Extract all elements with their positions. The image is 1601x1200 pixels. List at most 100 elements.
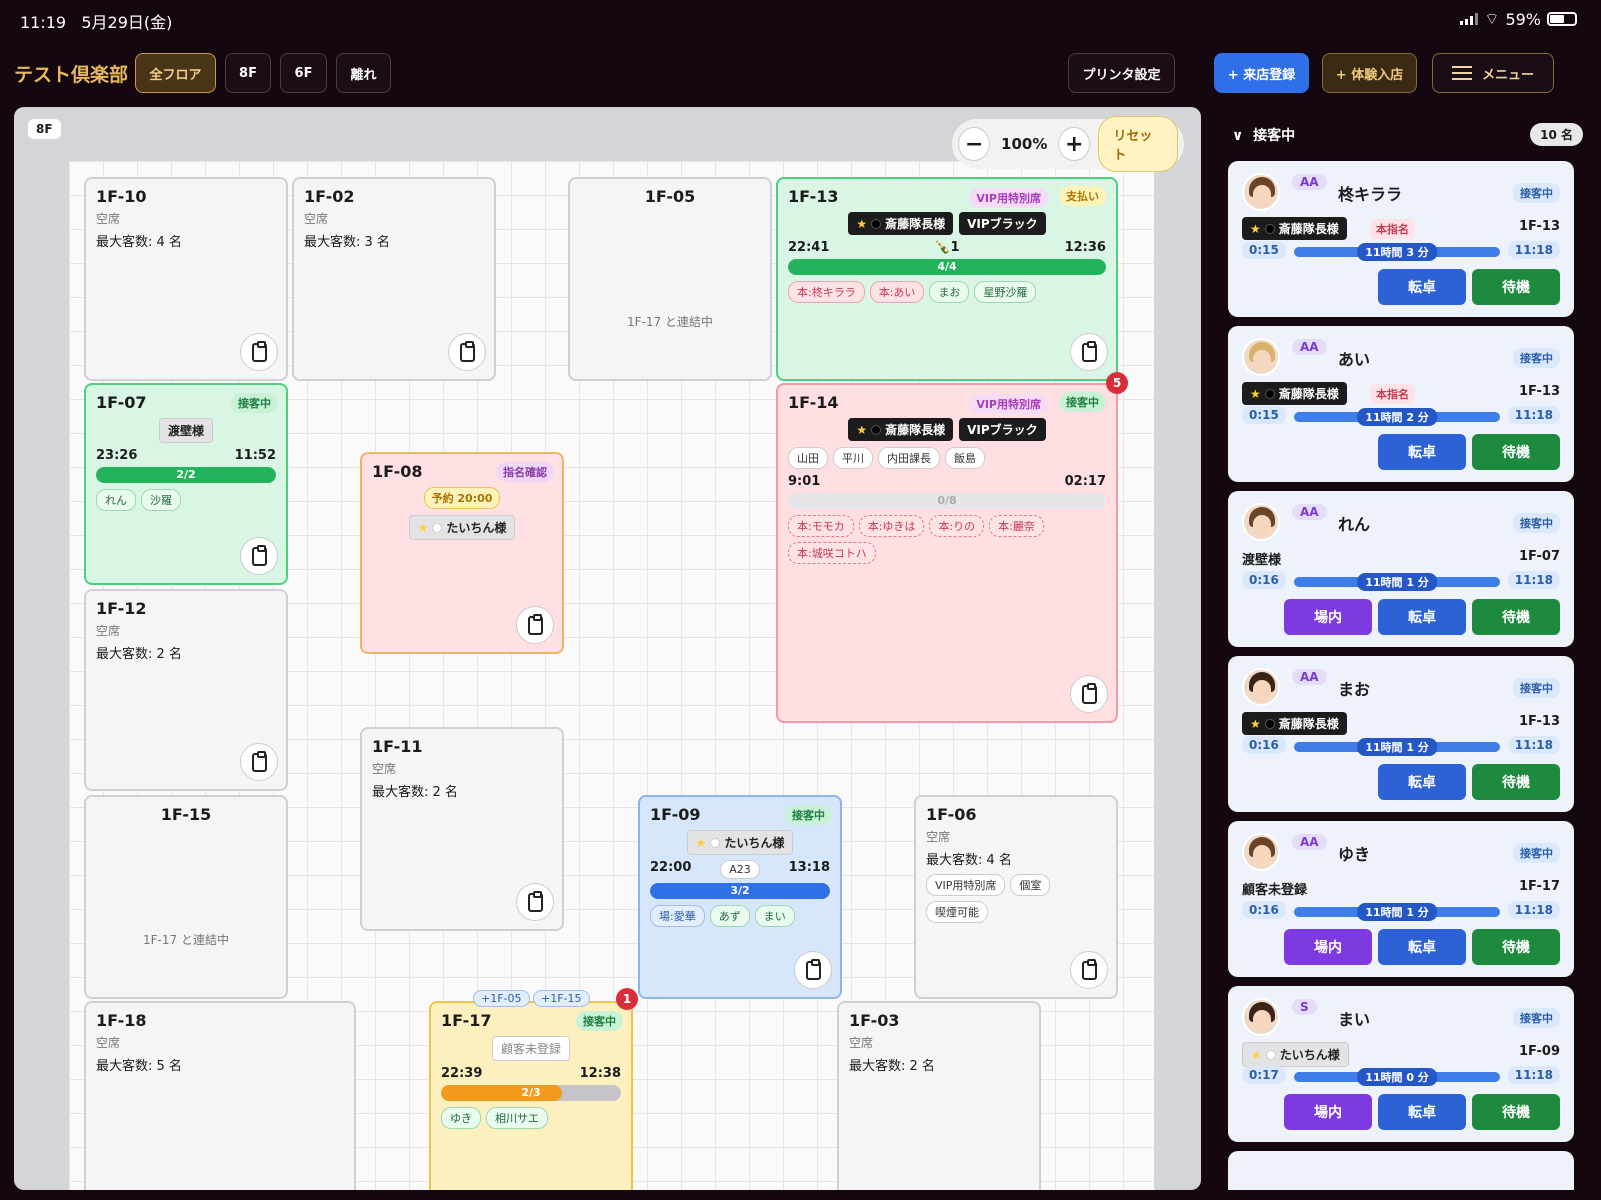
table-1f-17[interactable]: 1F-17 接客中 顧客未登録 22:39 12:38 2/3 ゆき 相川サエ [429,1001,633,1190]
guest-chip[interactable]: 顧客未登録 [491,1036,570,1061]
elapsed-bar: 11時間 3 分 [1294,243,1500,261]
star-icon: ★ [417,520,429,535]
move-table-button[interactable]: 転卓 [1378,1094,1466,1130]
cast-chip[interactable]: 本:りの [929,515,985,537]
move-table-button[interactable]: 転卓 [1378,269,1466,305]
zoom-in-button[interactable]: + [1057,127,1091,161]
menu-button[interactable]: メニュー [1432,53,1554,93]
clipboard-icon[interactable] [1070,951,1108,989]
nomination-tag: 本指名 [1370,219,1415,239]
in-house-nomination-button[interactable]: 場内 [1284,1094,1372,1130]
table-1f-12[interactable]: 1F-12 空席 最大客数: 2 名 [84,589,288,791]
staff-card[interactable]: AA まお 接客中 ★ 斎藤隊長様 1F-13 0:16 11時間 1 分 11:… [1228,656,1574,812]
cast-chip[interactable]: 沙羅 [141,489,181,511]
table-1f-18[interactable]: 1F-18 空席 最大客数: 5 名 [84,1001,356,1190]
staff-card[interactable]: AA あい 接客中 ★ 斎藤隊長様 本指名 1F-13 0:15 11時間 2 分… [1228,326,1574,482]
cast-chip[interactable]: 本:あい [869,281,925,303]
clipboard-icon[interactable] [240,333,278,371]
table-1f-05[interactable]: 1F-05 1F-17 と連結中 [568,177,772,381]
table-1f-10[interactable]: 1F-10 空席 最大客数: 4 名 [84,177,288,381]
table-1f-09[interactable]: 1F-09 接客中 ★ たいちん様 22:00 A23 13:18 3/2 場:愛華 … [638,795,842,999]
battery-icon [1547,12,1577,26]
standby-button[interactable]: 待機 [1472,434,1560,470]
table-1f-14[interactable]: 1F-14 VIP用特別席 接客中 ★ 斎藤隊長様 VIPブラック 山田 平川 内… [776,383,1118,723]
cast-chip[interactable]: ゆき [441,1107,481,1129]
guest-chip[interactable]: ★ 斎藤隊長様 [848,418,954,441]
clipboard-icon[interactable] [516,883,554,921]
progress-bar: 2/2 [96,467,276,483]
standby-button[interactable]: 待機 [1472,269,1560,305]
in-house-nomination-button[interactable]: 場内 [1284,929,1372,965]
table-1f-08[interactable]: 1F-08 指名確認 予約 20:00 ★ たいちん様 [360,452,564,654]
tab-all-floors[interactable]: 全フロア [135,53,216,93]
table-1f-02[interactable]: 1F-02 空席 最大客数: 3 名 [292,177,496,381]
clipboard-icon[interactable] [1070,333,1108,371]
zoom-out-button[interactable]: − [958,127,991,161]
elapsed-bar: 11時間 0 分 [1294,1068,1500,1086]
guest-chip[interactable]: ★ たいちん様 [686,830,794,855]
staff-card[interactable]: AA 柊キララ 接客中 ★ 斎藤隊長様 本指名 1F-13 0:15 11時間 3… [1228,161,1574,317]
move-table-button[interactable]: 転卓 [1378,764,1466,800]
standby-button[interactable]: 待機 [1472,929,1560,965]
cast-chip[interactable]: れん [96,489,136,511]
cast-chip[interactable]: 本:ゆきは [858,515,925,537]
staff-card[interactable]: S まい 接客中 ★ たいちん様 1F-09 0:17 11時間 0 分 11:1… [1228,986,1574,1142]
clipboard-icon[interactable] [516,606,554,644]
cast-chip[interactable]: 本:城咲コトハ [788,542,876,564]
serving-panel: ∨ 接客中 10 名 AA 柊キララ 接客中 ★ 斎藤隊長様 本指名 1F-13 … [1214,107,1601,1190]
trial-entry-button[interactable]: + 体験入店 [1322,53,1417,93]
clipboard-icon[interactable] [448,333,486,371]
clipboard-icon[interactable] [794,951,832,989]
staff-card[interactable] [1228,1151,1574,1190]
cast-chip[interactable]: 星野沙羅 [974,281,1037,303]
guest-chip[interactable]: ★ 斎藤隊長様 [848,212,954,235]
table-1f-06[interactable]: 1F-06 空席 最大客数: 4 名 VIP用特別席 個室 喫煙可能 [914,795,1118,999]
standby-button[interactable]: 待機 [1472,599,1560,635]
cast-chip[interactable]: 相川サエ [486,1107,548,1129]
tab-6f[interactable]: 6F [280,53,327,93]
star-icon: ★ [1250,221,1261,236]
guest-chip[interactable]: 渡壁様 [158,418,213,443]
table-1f-03[interactable]: 1F-03 空席 最大客数: 2 名 [837,1001,1041,1190]
tab-8f[interactable]: 8F [225,53,271,93]
move-table-button[interactable]: 転卓 [1378,599,1466,635]
top-header: テスト倶楽部 全フロア 8F 6F 離れ プリンタ設定 + 来店登録 + 体験入… [0,48,1601,98]
start-time: 0:16 [1242,571,1286,589]
table-1f-15[interactable]: 1F-15 1F-17 と連結中 [84,795,288,999]
cast-chip[interactable]: 本:麗奈 [989,515,1044,537]
cast-chip[interactable]: 場:愛華 [650,905,705,927]
standby-button[interactable]: 待機 [1472,1094,1560,1130]
register-visit-button[interactable]: + 来店登録 [1214,53,1309,93]
clipboard-icon[interactable] [1070,675,1108,713]
cast-chip[interactable]: 本:柊キララ [788,281,865,303]
cast-chip[interactable]: 本:モモカ [788,515,854,537]
staff-card[interactable]: AA れん 接客中 渡壁様 1F-07 0:16 11時間 1 分 11:18 … [1228,491,1574,647]
tab-annex[interactable]: 離れ [336,53,391,93]
status-badge: 接客中 [1513,1008,1560,1028]
zoom-reset-button[interactable]: リセット [1098,116,1178,172]
guest-chip[interactable]: ★ たいちん様 [408,515,516,540]
hamburger-icon [1451,66,1472,80]
standby-button[interactable]: 待機 [1472,764,1560,800]
move-table-button[interactable]: 転卓 [1378,929,1466,965]
avatar [1242,668,1280,706]
cast-chip[interactable]: まい [754,905,795,927]
table-1f-07[interactable]: 1F-07 接客中 渡壁様 23:26 11:52 2/2 れん 沙羅 [84,383,288,585]
in-house-nomination-button[interactable]: 場内 [1284,599,1372,635]
status-time: 11:19 5月29日(金) [20,13,173,32]
cast-chip[interactable]: あず [709,905,750,927]
nomination-badge: 指名確認 [496,462,554,482]
table-1f-11[interactable]: 1F-11 空席 最大客数: 2 名 [360,727,564,931]
printer-settings-button[interactable]: プリンタ設定 [1068,53,1175,93]
table-feature-chip: 喫煙可能 [926,901,988,923]
clipboard-icon[interactable] [240,537,278,575]
clipboard-icon[interactable] [240,743,278,781]
wifi-icon: ⌔ [1484,9,1500,28]
table-1f-13[interactable]: 1F-13 VIP用特別席 支払い ★ 斎藤隊長様 VIPブラック 22:41 🍾1… [776,177,1118,381]
staff-name: まい [1338,1010,1371,1029]
cast-chip[interactable]: まお [929,281,970,303]
serving-section-toggle[interactable]: ∨ 接客中 [1232,125,1295,145]
move-table-button[interactable]: 転卓 [1378,434,1466,470]
staff-card[interactable]: AA ゆき 接客中 顧客未登録 1F-17 0:16 11時間 1 分 11:1… [1228,821,1574,977]
payment-badge: 支払い [1059,186,1106,206]
